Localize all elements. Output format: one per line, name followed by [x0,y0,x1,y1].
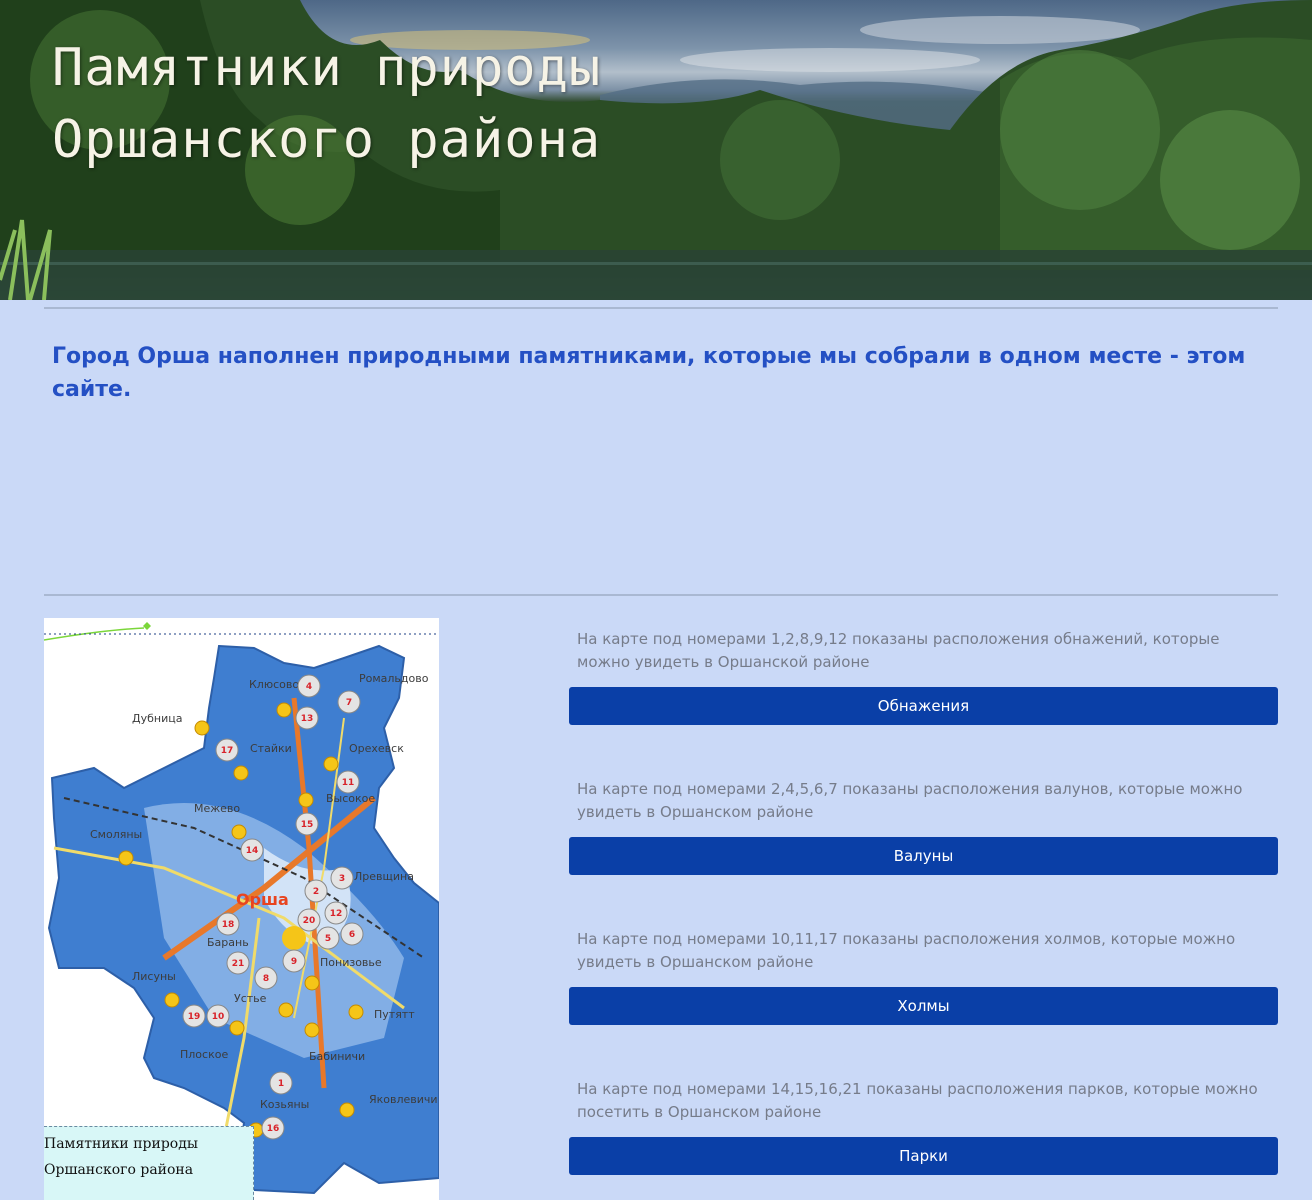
svg-text:12: 12 [330,909,343,919]
svg-text:Бабиничи: Бабиничи [309,1050,365,1063]
svg-text:16: 16 [267,1124,280,1134]
svg-text:Орехевск: Орехевск [349,742,404,755]
svg-text:15: 15 [301,820,314,830]
district-map: Орша Клюсово Ромальдово Дубница Стайки О… [44,618,439,1200]
category-description: На карте под номерами 10,11,17 показаны … [577,930,1236,971]
svg-text:Клюсово: Клюсово [249,678,299,691]
svg-text:Путятт: Путятт [374,1008,415,1021]
svg-text:2: 2 [313,887,319,897]
svg-text:13: 13 [301,714,314,724]
svg-text:7: 7 [346,698,352,708]
svg-text:Ромальдово: Ромальдово [359,672,429,685]
svg-text:Дубница: Дубница [132,712,182,725]
category-hills: На карте под номерами 10,11,17 показаны … [569,928,1278,1025]
svg-text:Высокое: Высокое [326,792,375,805]
svg-text:18: 18 [222,920,235,930]
category-description: На карте под номерами 1,2,8,9,12 показан… [577,630,1220,671]
svg-text:3: 3 [339,874,345,884]
svg-text:Лисуны: Лисуны [132,970,176,983]
svg-text:4: 4 [306,682,312,692]
category-parks: На карте под номерами 14,15,16,21 показа… [569,1078,1278,1175]
outcrops-button[interactable]: Обнажения [569,687,1278,725]
hills-button[interactable]: Холмы [569,987,1278,1025]
category-boulders: На карте под номерами 2,4,5,6,7 показаны… [569,778,1278,875]
svg-text:Устье: Устье [234,992,267,1005]
category-description: На карте под номерами 2,4,5,6,7 показаны… [577,780,1243,821]
svg-text:Стайки: Стайки [250,742,292,755]
svg-text:19: 19 [188,1012,201,1022]
svg-text:21: 21 [232,959,245,969]
svg-text:Барань: Барань [207,936,249,949]
svg-text:Лревщина: Лревщина [354,870,414,883]
page-title: Памятники природы Оршанского района [52,38,602,170]
svg-text:8: 8 [263,974,269,984]
svg-text:Плоское: Плоское [180,1048,228,1061]
svg-text:6: 6 [349,930,355,940]
parks-button[interactable]: Парки [569,1137,1278,1175]
divider-top [44,307,1278,309]
svg-text:Межево: Межево [194,802,240,815]
svg-text:Козьяны: Козьяны [260,1098,309,1111]
svg-text:Яковлевичи: Яковлевичи [369,1093,438,1106]
svg-text:17: 17 [221,746,234,756]
hero-banner: Памятники природы Оршанского района [0,0,1312,300]
map-city-label: Орша [236,890,289,909]
svg-text:Понизовье: Понизовье [320,956,382,969]
svg-text:14: 14 [246,846,259,856]
category-description: На карте под номерами 14,15,16,21 показа… [577,1080,1258,1121]
map-caption: Памятники природы Оршанского района [44,1126,254,1200]
svg-text:Смоляны: Смоляны [90,828,142,841]
divider-middle [44,594,1278,596]
svg-text:1: 1 [278,1079,284,1089]
svg-text:20: 20 [303,916,316,926]
svg-text:9: 9 [291,957,297,967]
category-outcrops: На карте под номерами 1,2,8,9,12 показан… [569,628,1278,725]
district-map-drawing: Орша Клюсово Ромальдово Дубница Стайки О… [44,622,439,1195]
svg-text:11: 11 [342,778,355,788]
boulders-button[interactable]: Валуны [569,837,1278,875]
svg-text:5: 5 [325,934,331,944]
intro-text: Город Орша наполнен природными памятника… [52,344,1246,402]
svg-text:10: 10 [212,1012,225,1022]
